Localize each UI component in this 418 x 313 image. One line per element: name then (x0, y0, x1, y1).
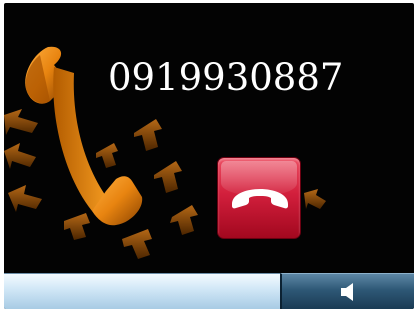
hang-up-icon (232, 189, 288, 209)
speaker-icon (341, 283, 353, 301)
phone-number: 0919930887 (108, 56, 344, 99)
call-status-strip (4, 273, 280, 309)
speaker-button[interactable] (280, 273, 414, 309)
call-screen: 0919930887 (4, 3, 414, 309)
bottom-bar (4, 273, 414, 309)
background-art (4, 46, 326, 259)
end-call-button[interactable] (217, 157, 301, 239)
